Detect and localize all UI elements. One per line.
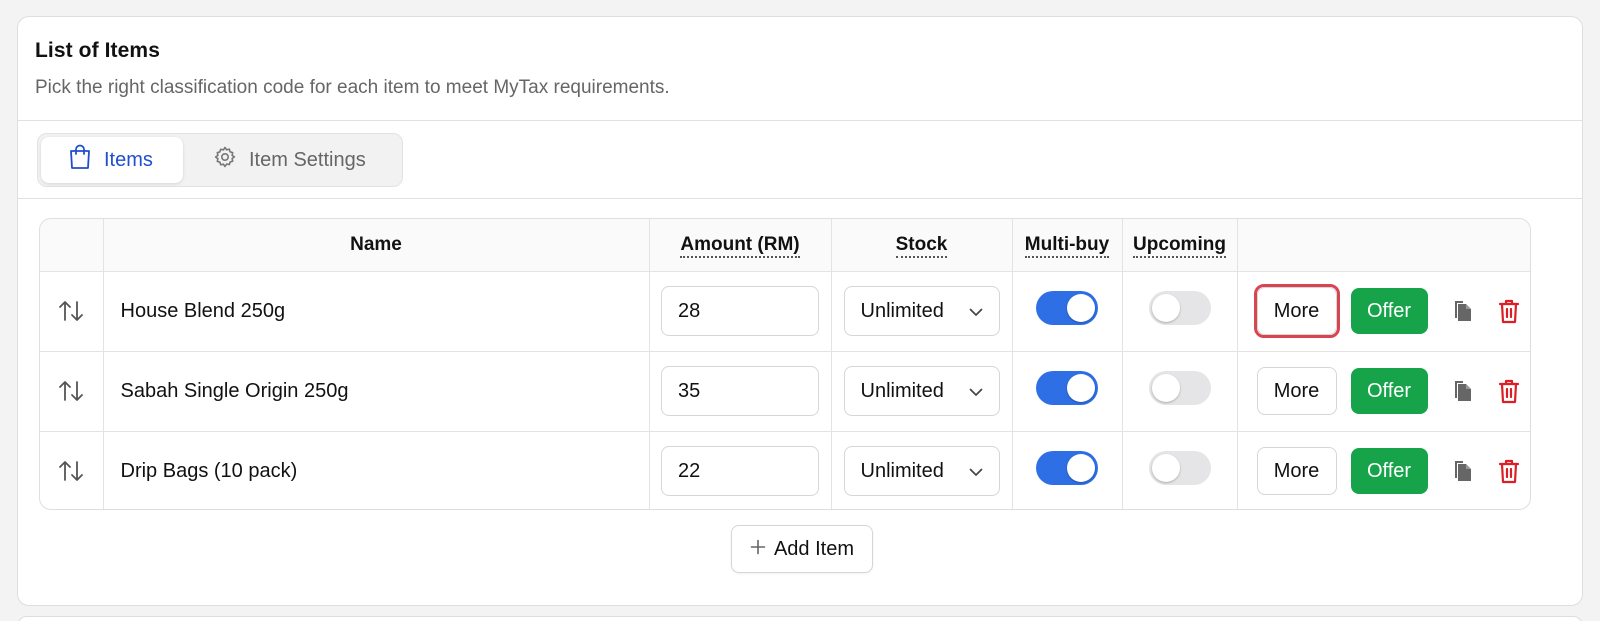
stock-select-value: Unlimited bbox=[860, 459, 944, 482]
header-name: Name bbox=[103, 219, 650, 272]
multibuy-toggle[interactable] bbox=[1036, 371, 1098, 405]
copy-icon[interactable] bbox=[1448, 456, 1478, 486]
header-upcoming: Upcoming bbox=[1122, 219, 1238, 272]
tab-item-settings-label: Item Settings bbox=[249, 148, 366, 171]
header-sort bbox=[40, 219, 104, 272]
card-header: List of Items Pick the right classificat… bbox=[18, 17, 1582, 121]
tab-list: Items Item Settings bbox=[37, 133, 403, 187]
items-table: Name Amount (RM) Stock Multi-buy Upcomin… bbox=[39, 218, 1531, 510]
upcoming-toggle[interactable] bbox=[1148, 291, 1211, 325]
multibuy-toggle[interactable] bbox=[1036, 291, 1098, 325]
stock-select[interactable]: Unlimited bbox=[843, 446, 1000, 497]
stock-select-value: Unlimited bbox=[860, 379, 944, 402]
upcoming-toggle[interactable] bbox=[1148, 451, 1211, 486]
header-stock: Stock bbox=[831, 219, 1013, 272]
more-button[interactable]: More bbox=[1256, 447, 1337, 496]
tab-item-settings[interactable]: Item Settings bbox=[183, 137, 366, 183]
multibuy-toggle[interactable] bbox=[1036, 451, 1098, 486]
next-card bbox=[17, 616, 1583, 621]
plus-icon bbox=[750, 538, 766, 561]
items-card: List of Items Pick the right classificat… bbox=[17, 16, 1583, 606]
add-item-label: Add Item bbox=[773, 537, 855, 560]
copy-icon[interactable] bbox=[1448, 376, 1478, 406]
upcoming-toggle[interactable] bbox=[1148, 371, 1211, 405]
more-button[interactable]: More bbox=[1256, 287, 1337, 335]
sort-arrows-icon[interactable] bbox=[56, 456, 86, 486]
amount-input[interactable] bbox=[661, 286, 819, 336]
more-button[interactable]: More bbox=[1256, 367, 1337, 415]
item-name: House Blend 250g bbox=[103, 271, 650, 352]
item-name: Sabah Single Origin 250g bbox=[103, 351, 650, 432]
gear-icon bbox=[213, 145, 237, 175]
table-row: Drip Bags (10 pack) Unlimited bbox=[40, 431, 1530, 509]
header-multibuy: Multi-buy bbox=[1012, 219, 1123, 272]
header-amount: Amount (RM) bbox=[649, 219, 832, 272]
shopping-bag-icon bbox=[68, 144, 92, 176]
stock-select[interactable]: Unlimited bbox=[843, 366, 1000, 416]
header-actions bbox=[1237, 219, 1530, 272]
sort-arrows-icon[interactable] bbox=[56, 296, 86, 326]
table-row: Sabah Single Origin 250g Unlimited bbox=[40, 351, 1530, 432]
trash-icon[interactable] bbox=[1494, 456, 1524, 486]
chevron-down-icon bbox=[969, 300, 983, 323]
item-name: Drip Bags (10 pack) bbox=[103, 431, 650, 509]
offer-button[interactable]: Offer bbox=[1350, 288, 1428, 334]
more-button-highlight: More bbox=[1253, 284, 1340, 338]
table-row: House Blend 250g Unlimited bbox=[40, 271, 1530, 352]
tabs-row: Items Item Settings bbox=[18, 121, 1582, 199]
tab-items[interactable]: Items bbox=[41, 137, 183, 183]
offer-button[interactable]: Offer bbox=[1350, 368, 1428, 414]
add-item-button[interactable]: Add Item bbox=[731, 525, 873, 573]
amount-input[interactable] bbox=[661, 446, 819, 497]
amount-input[interactable] bbox=[661, 366, 819, 416]
copy-icon[interactable] bbox=[1448, 296, 1478, 326]
trash-icon[interactable] bbox=[1494, 376, 1524, 406]
stock-select-value: Unlimited bbox=[860, 299, 944, 322]
chevron-down-icon bbox=[969, 460, 983, 483]
card-subtitle: Pick the right classification code for e… bbox=[35, 77, 670, 98]
trash-icon[interactable] bbox=[1494, 296, 1524, 326]
sort-arrows-icon[interactable] bbox=[56, 376, 86, 406]
stock-select[interactable]: Unlimited bbox=[843, 286, 1000, 336]
card-title: List of Items bbox=[35, 39, 160, 62]
tab-items-label: Items bbox=[104, 148, 153, 171]
table-header-row: Name Amount (RM) Stock Multi-buy Upcomin… bbox=[40, 219, 1530, 272]
offer-button[interactable]: Offer bbox=[1350, 448, 1428, 495]
chevron-down-icon bbox=[969, 380, 983, 403]
